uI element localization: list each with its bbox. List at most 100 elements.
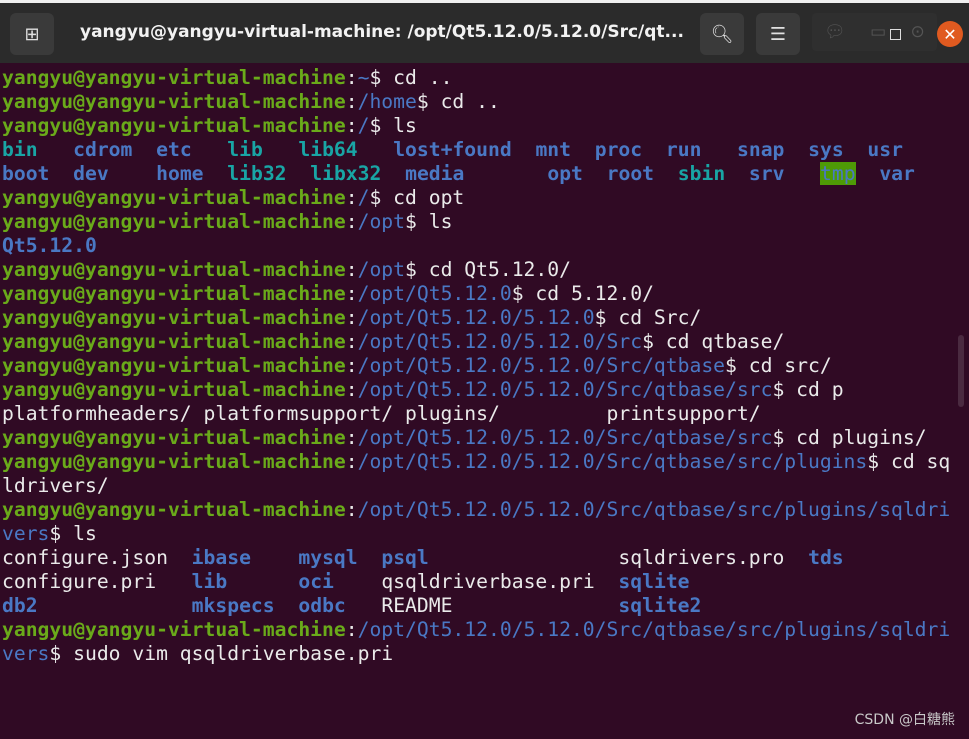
terminal-segment: mysql bbox=[298, 546, 358, 569]
terminal-segment: $ cd src/ bbox=[725, 354, 832, 377]
terminal-segment: db2 bbox=[2, 594, 38, 617]
close-button[interactable]: ✕ bbox=[937, 21, 963, 47]
close-icon: ✕ bbox=[943, 24, 957, 44]
terminal-segment: /opt/Qt5.12.0/5.12.0/Src/qtbase/src bbox=[357, 426, 773, 449]
terminal-segment bbox=[844, 138, 868, 161]
terminal-segment bbox=[204, 162, 228, 185]
terminal-segment: /home bbox=[357, 90, 417, 113]
terminal-segment: Qt5.12.0 bbox=[2, 234, 97, 257]
new-tab-icon: ⊞ bbox=[24, 23, 40, 45]
terminal-line: ldrivers/ bbox=[2, 474, 950, 498]
terminal-segment: qsqldriverbase.pri bbox=[381, 570, 595, 593]
terminal-segment: vers bbox=[2, 642, 50, 665]
terminal-segment: : bbox=[345, 330, 358, 353]
terminal-segment: odbc bbox=[298, 594, 346, 617]
terminal-line: configure.pri lib oci qsqldriverbase.pri… bbox=[2, 570, 950, 594]
terminal-segment: ~ bbox=[357, 66, 370, 89]
terminal-segment bbox=[287, 162, 311, 185]
terminal-segment: : bbox=[345, 450, 358, 473]
terminal-segment: psql bbox=[381, 546, 429, 569]
terminal-segment bbox=[275, 594, 299, 617]
terminal-segment: $ cd sq bbox=[867, 450, 951, 473]
terminal-segment bbox=[595, 570, 619, 593]
terminal-segment: sqlite2 bbox=[618, 594, 702, 617]
terminal-segment: $ cd qtbase/ bbox=[642, 330, 785, 353]
terminal-segment: yangyu@yangyu-virtual-machine bbox=[2, 498, 346, 521]
new-tab-button[interactable]: ⊞ bbox=[10, 13, 54, 55]
terminal-segment: lost+found bbox=[393, 138, 512, 161]
terminal-segment: /opt/Qt5.12.0/5.12.0/Src/qtbase/src/plug… bbox=[357, 618, 951, 641]
terminal-segment bbox=[346, 594, 382, 617]
terminal-segment: $ ls bbox=[369, 114, 417, 137]
title-bar: ⊞ yangyu@yangyu-virtual-machine: /opt/Qt… bbox=[0, 0, 969, 63]
terminal-segment bbox=[583, 162, 607, 185]
terminal-segment bbox=[49, 162, 73, 185]
terminal-segment bbox=[784, 546, 808, 569]
terminal-segment: : bbox=[345, 426, 358, 449]
terminal-segment: libx32 bbox=[310, 162, 382, 185]
terminal-segment: cdrom bbox=[73, 138, 133, 161]
terminal-segment: : bbox=[345, 282, 358, 305]
menu-button[interactable]: ☰ bbox=[756, 13, 800, 55]
terminal-segment: : bbox=[345, 90, 358, 113]
terminal-segment: mnt bbox=[535, 138, 571, 161]
terminal-line: yangyu@yangyu-virtual-machine:/$ cd opt bbox=[2, 186, 950, 210]
terminal-segment: oci bbox=[298, 570, 334, 593]
terminal-segment: : bbox=[345, 114, 358, 137]
terminal-line: Qt5.12.0 bbox=[2, 234, 950, 258]
scrollbar[interactable] bbox=[958, 335, 964, 407]
terminal-segment bbox=[571, 138, 595, 161]
terminal-segment: yangyu@yangyu-virtual-machine bbox=[2, 618, 346, 641]
terminal-segment bbox=[701, 138, 737, 161]
terminal-segment bbox=[784, 162, 820, 185]
terminal-line: yangyu@yangyu-virtual-machine:/opt/Qt5.1… bbox=[2, 378, 950, 402]
terminal-segment: /opt/Qt5.12.0/5.12.0/Src/qtbase/src/plug… bbox=[357, 498, 951, 521]
terminal-segment: root bbox=[606, 162, 655, 185]
terminal-line: yangyu@yangyu-virtual-machine:/home$ cd … bbox=[2, 90, 950, 114]
terminal-segment bbox=[358, 138, 394, 161]
terminal-line: configure.json ibase mysql psql sqldrive… bbox=[2, 546, 950, 570]
terminal-segment: /opt bbox=[357, 210, 406, 233]
terminal-segment bbox=[38, 594, 192, 617]
terminal-line: yangyu@yangyu-virtual-machine:/opt/Qt5.1… bbox=[2, 330, 950, 354]
terminal-segment bbox=[642, 138, 666, 161]
terminal-segment: : bbox=[345, 186, 358, 209]
terminal-segment: $ cd opt bbox=[369, 186, 465, 209]
terminal-segment: sqlite bbox=[618, 570, 690, 593]
terminal-segment: $ cd plugins/ bbox=[772, 426, 927, 449]
terminal-segment bbox=[251, 546, 298, 569]
terminal-segment: sbin bbox=[677, 162, 726, 185]
terminal-segment: ibase bbox=[191, 546, 251, 569]
terminal-segment bbox=[38, 138, 74, 161]
terminal-segment: sqldrivers.pro bbox=[618, 546, 785, 569]
terminal-segment bbox=[784, 138, 808, 161]
terminal-output[interactable]: yangyu@yangyu-virtual-machine:~$ cd .. ya… bbox=[2, 66, 950, 666]
terminal-segment bbox=[227, 570, 298, 593]
terminal-segment: sys bbox=[808, 138, 844, 161]
terminal-segment bbox=[192, 138, 228, 161]
terminal-segment bbox=[429, 546, 619, 569]
terminal-segment bbox=[725, 162, 749, 185]
terminal-segment: yangyu@yangyu-virtual-machine bbox=[2, 426, 346, 449]
terminal-segment: / bbox=[357, 114, 370, 137]
terminal-segment: yangyu@yangyu-virtual-machine bbox=[2, 114, 346, 137]
terminal-segment bbox=[512, 138, 536, 161]
terminal-segment: configure.pri bbox=[2, 570, 157, 593]
terminal-segment: etc bbox=[156, 138, 192, 161]
terminal-segment: yangyu@yangyu-virtual-machine bbox=[2, 210, 346, 233]
terminal-segment: proc bbox=[594, 138, 643, 161]
search-icon: 🔍︎ bbox=[710, 23, 734, 45]
search-button[interactable]: 🔍︎ bbox=[700, 13, 744, 55]
watermark: CSDN @白糖熊 bbox=[854, 712, 955, 728]
terminal-segment bbox=[381, 162, 405, 185]
maximize-button[interactable] bbox=[890, 29, 901, 40]
terminal-line: yangyu@yangyu-virtual-machine:/opt/Qt5.1… bbox=[2, 426, 950, 450]
terminal-line: vers$ ls bbox=[2, 522, 950, 546]
terminal-segment: lib bbox=[191, 570, 228, 593]
terminal-segment: vers bbox=[2, 522, 50, 545]
terminal-line: yangyu@yangyu-virtual-machine:~$ cd .. bbox=[2, 66, 950, 90]
terminal-segment: $ cd .. bbox=[416, 90, 500, 113]
terminal-segment: $ cd .. bbox=[369, 66, 453, 89]
terminal-segment: $ cd 5.12.0/ bbox=[511, 282, 654, 305]
terminal-line: yangyu@yangyu-virtual-machine:/opt/Qt5.1… bbox=[2, 354, 950, 378]
